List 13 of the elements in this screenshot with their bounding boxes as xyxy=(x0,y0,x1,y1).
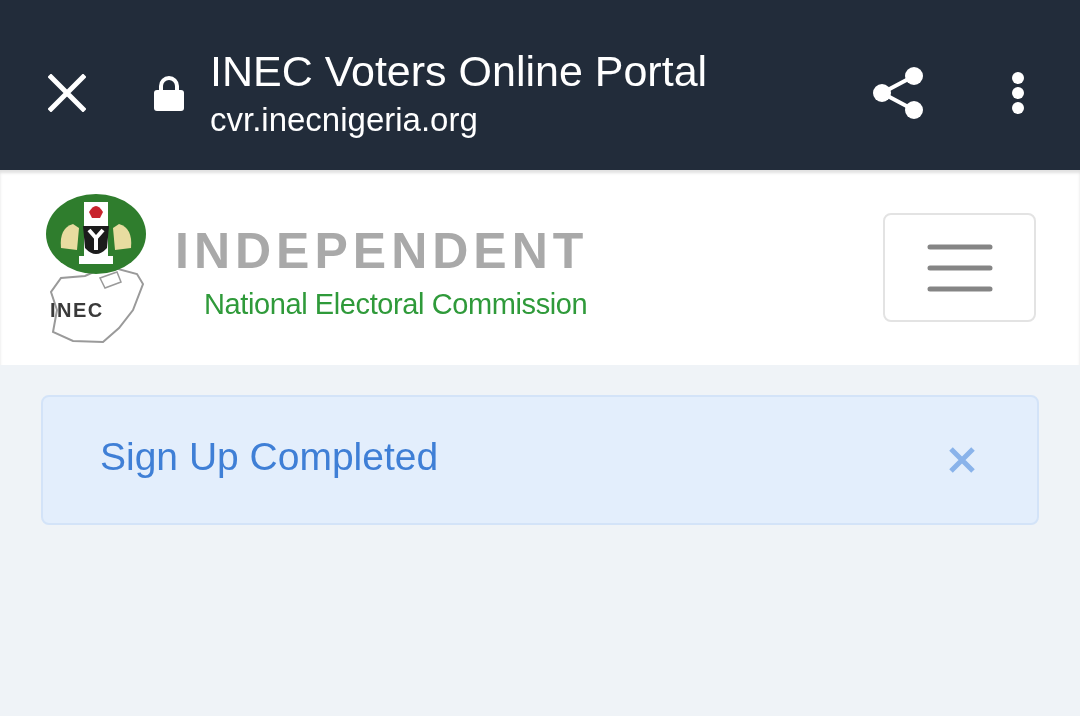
alert-message: Sign Up Completed xyxy=(100,434,439,480)
close-icon xyxy=(948,446,976,474)
close-icon xyxy=(48,74,86,112)
emblem-logo-icon xyxy=(45,191,147,344)
menu-icon xyxy=(926,243,993,292)
site-subheading: National Electoral Commission xyxy=(204,286,589,321)
menu-button[interactable] xyxy=(883,213,1036,322)
logo-text: INEC xyxy=(50,298,104,321)
page-title: INEC Voters Online Portal xyxy=(210,47,708,95)
page-url: cvr.inecnigeria.org xyxy=(210,101,479,139)
site-heading: INDEPENDENT xyxy=(175,224,589,277)
share-icon xyxy=(872,66,924,120)
more-options-icon xyxy=(1011,72,1025,114)
